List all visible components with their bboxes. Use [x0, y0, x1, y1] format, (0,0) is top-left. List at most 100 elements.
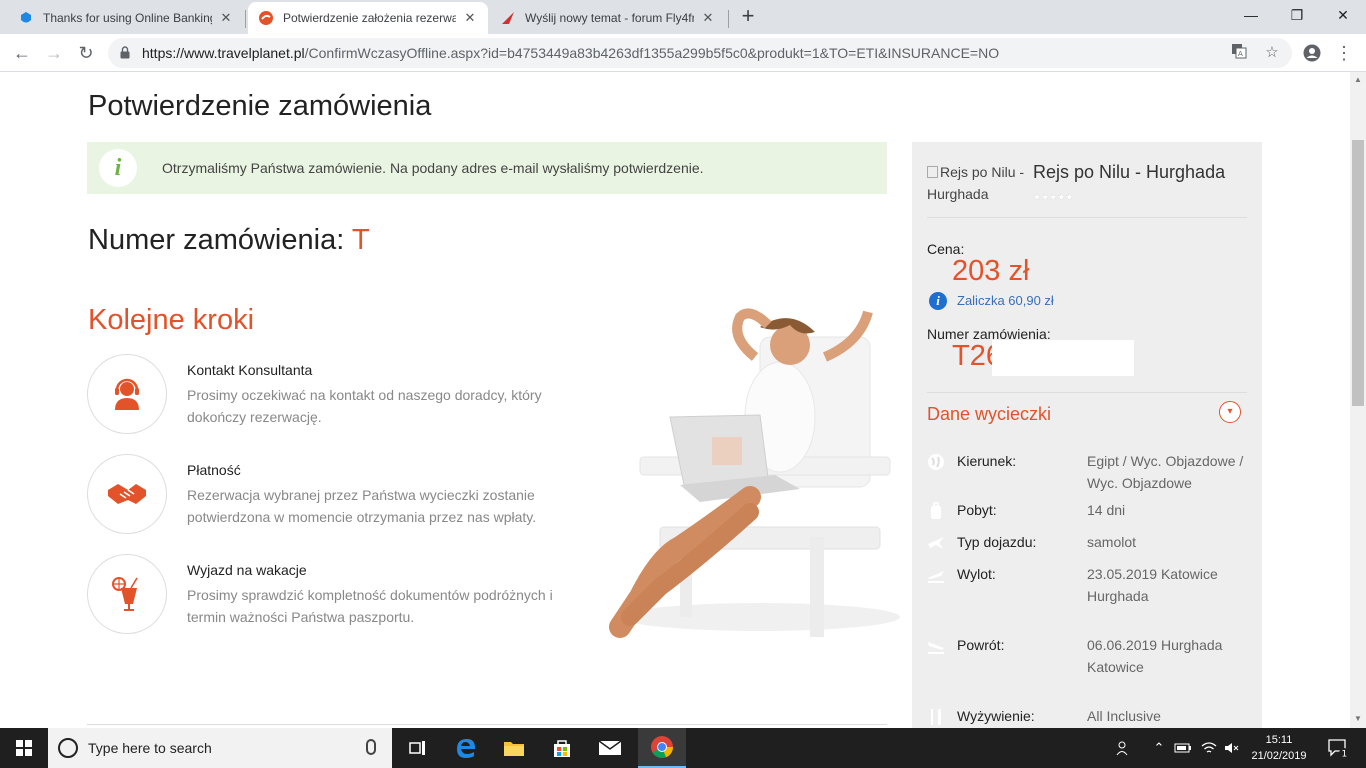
web-page: Potwierdzenie zamówienia i Otrzymaliśmy … — [0, 72, 1350, 728]
maximize-button[interactable]: ❐ — [1274, 0, 1320, 32]
deposit-amount: Zaliczka 60,90 zł — [957, 293, 1054, 308]
close-tab-icon[interactable]: ✕ — [700, 10, 716, 26]
file-explorer-icon[interactable] — [490, 728, 538, 768]
cutlery-icon — [931, 709, 941, 725]
menu-kebab-icon[interactable]: ⋮ — [1330, 39, 1358, 67]
detail-key: Kierunek: — [957, 453, 1017, 469]
detail-value: 06.06.2019 Hurghada Katowice — [1087, 637, 1223, 675]
windows-start-button[interactable] — [0, 728, 48, 768]
clock-time: 15:11 — [1265, 734, 1293, 746]
step-payment: Płatność Rezerwacja wybranej przez Państ… — [87, 454, 647, 534]
task-view-icon[interactable] — [394, 728, 442, 768]
tab-title: Thanks for using Online Banking — [43, 11, 212, 25]
tab-fly4free[interactable]: Wyślij nowy temat - forum Fly4free ✕ — [490, 2, 726, 34]
info-message: Otrzymaliśmy Państwa zamówienie. Na poda… — [162, 160, 704, 176]
step-consultant-contact: Kontakt Konsultanta Prosimy oczekiwać na… — [87, 354, 647, 434]
fly4free-icon — [500, 10, 516, 26]
plane-icon — [928, 537, 944, 549]
close-tab-icon[interactable]: ✕ — [462, 10, 478, 26]
detail-key: Powrót: — [957, 637, 1005, 653]
chrome-icon[interactable] — [638, 728, 686, 768]
consultant-headset-icon — [87, 354, 167, 434]
cortana-icon — [58, 738, 78, 758]
people-icon[interactable] — [1112, 728, 1136, 768]
lock-icon — [120, 46, 130, 59]
url-text: https://www.travelplanet.pl/ConfirmWczas… — [142, 38, 999, 68]
tab-potwierdzenie[interactable]: Potwierdzenie założenia rezerwacji ✕ — [248, 2, 488, 34]
detail-value: Egipt / Wyc. Objazdowe / Wyc. Objazdowe — [1087, 453, 1244, 491]
new-tab-button[interactable]: + — [737, 5, 759, 29]
scroll-up-icon[interactable]: ▲ — [1354, 75, 1362, 84]
panel-divider — [927, 392, 1247, 393]
trip-image-alt: Rejs po Nilu - Hurghada — [927, 164, 1025, 202]
forward-button[interactable]: → — [40, 39, 68, 67]
windows-taskbar: Type here to search ⌃ 15:11 21/02/2019 1 — [0, 728, 1366, 768]
trip-name[interactable]: Rejs po Nilu - Hurghada — [1033, 162, 1225, 183]
action-center-icon[interactable]: 1 — [1318, 728, 1358, 768]
close-tab-icon[interactable]: ✕ — [218, 10, 234, 26]
close-window-button[interactable]: ✕ — [1320, 0, 1366, 32]
redaction-box — [992, 340, 1134, 376]
order-number-heading: Numer zamówienia: T — [88, 224, 370, 257]
detail-key: Typ dojazdu: — [957, 534, 1037, 550]
tab-title: Potwierdzenie założenia rezerwacji — [283, 11, 456, 25]
scroll-down-icon[interactable]: ▼ — [1354, 714, 1362, 723]
browser-tab-strip: Thanks for using Online Banking ✕ Potwie… — [0, 0, 1366, 34]
system-clock[interactable]: 15:11 21/02/2019 — [1248, 732, 1310, 764]
back-button[interactable]: ← — [8, 39, 36, 67]
store-icon[interactable] — [538, 728, 586, 768]
step-departure: Wyjazd na wakacje Prosimy sprawdzić komp… — [87, 554, 647, 634]
tab-divider — [728, 10, 729, 28]
profile-icon[interactable] — [1298, 39, 1326, 67]
cocktail-icon — [87, 554, 167, 634]
page-scrollbar[interactable]: ▲ ▼ — [1350, 72, 1366, 728]
detail-key: Pobyt: — [957, 502, 997, 518]
page-title: Potwierdzenie zamówienia — [88, 90, 432, 122]
next-steps-title: Kolejne kroki — [88, 304, 255, 336]
reload-button[interactable]: ↻ — [72, 39, 100, 67]
translate-icon[interactable]: A — [1229, 43, 1249, 63]
taskbar-search-box[interactable]: Type here to search — [48, 728, 392, 768]
suitcase-icon — [931, 502, 941, 519]
chevron-down-icon[interactable]: ▾ — [1219, 401, 1241, 423]
url-host: https://www.travelplanet.pl — [142, 45, 305, 61]
search-placeholder: Type here to search — [88, 740, 212, 756]
bank-icon — [18, 10, 34, 26]
mail-icon[interactable] — [586, 728, 634, 768]
broken-image-icon — [927, 166, 938, 178]
detail-value: All Inclusive — [1087, 708, 1161, 724]
step-description: Prosimy oczekiwać na kontakt od naszego … — [187, 387, 542, 425]
tab-divider — [245, 10, 246, 28]
browser-toolbar: ← → ↻ https://www.travelplanet.pl/Confir… — [0, 34, 1366, 72]
trip-details-title[interactable]: Dane wycieczki — [927, 404, 1051, 425]
step-title: Płatność — [187, 462, 241, 478]
clock-date: 21/02/2019 — [1251, 750, 1307, 762]
svg-text:A: A — [1238, 50, 1243, 58]
wifi-icon[interactable] — [1198, 728, 1220, 768]
address-bar[interactable]: https://www.travelplanet.pl/ConfirmWczas… — [108, 38, 1292, 68]
travelplanet-icon — [258, 10, 274, 26]
volume-muted-icon[interactable] — [1222, 728, 1242, 768]
landing-icon — [928, 642, 944, 654]
microphone-icon[interactable] — [366, 739, 376, 755]
order-number-value: T — [351, 224, 370, 256]
price-value: 203 zł — [952, 255, 1030, 287]
handshake-icon — [87, 454, 167, 534]
trip-image-broken: Rejs po Nilu - Hurghada — [927, 161, 1027, 205]
detail-value: samolot — [1087, 534, 1137, 550]
order-summary-panel: Rejs po Nilu - Hurghada Rejs po Nilu - H… — [912, 142, 1262, 728]
info-icon[interactable]: i — [929, 292, 947, 310]
detail-value: 14 dni — [1087, 502, 1126, 518]
scrollbar-thumb[interactable] — [1352, 140, 1364, 406]
tab-online-banking[interactable]: Thanks for using Online Banking ✕ — [8, 2, 244, 34]
detail-key: Wylot: — [957, 566, 996, 582]
battery-icon[interactable] — [1172, 728, 1194, 768]
minimize-button[interactable]: — — [1228, 0, 1274, 32]
show-hidden-icons-chevron-up-icon[interactable]: ⌃ — [1150, 728, 1168, 768]
rating-stars-icon: ★★★★★ — [1033, 192, 1074, 202]
info-icon: i — [99, 149, 137, 187]
success-info-box: i Otrzymaliśmy Państwa zamówienie. Na po… — [87, 142, 887, 194]
edge-browser-icon[interactable] — [442, 728, 490, 768]
bookmark-star-icon[interactable]: ☆ — [1262, 43, 1282, 63]
tab-title: Wyślij nowy temat - forum Fly4free — [525, 11, 694, 25]
